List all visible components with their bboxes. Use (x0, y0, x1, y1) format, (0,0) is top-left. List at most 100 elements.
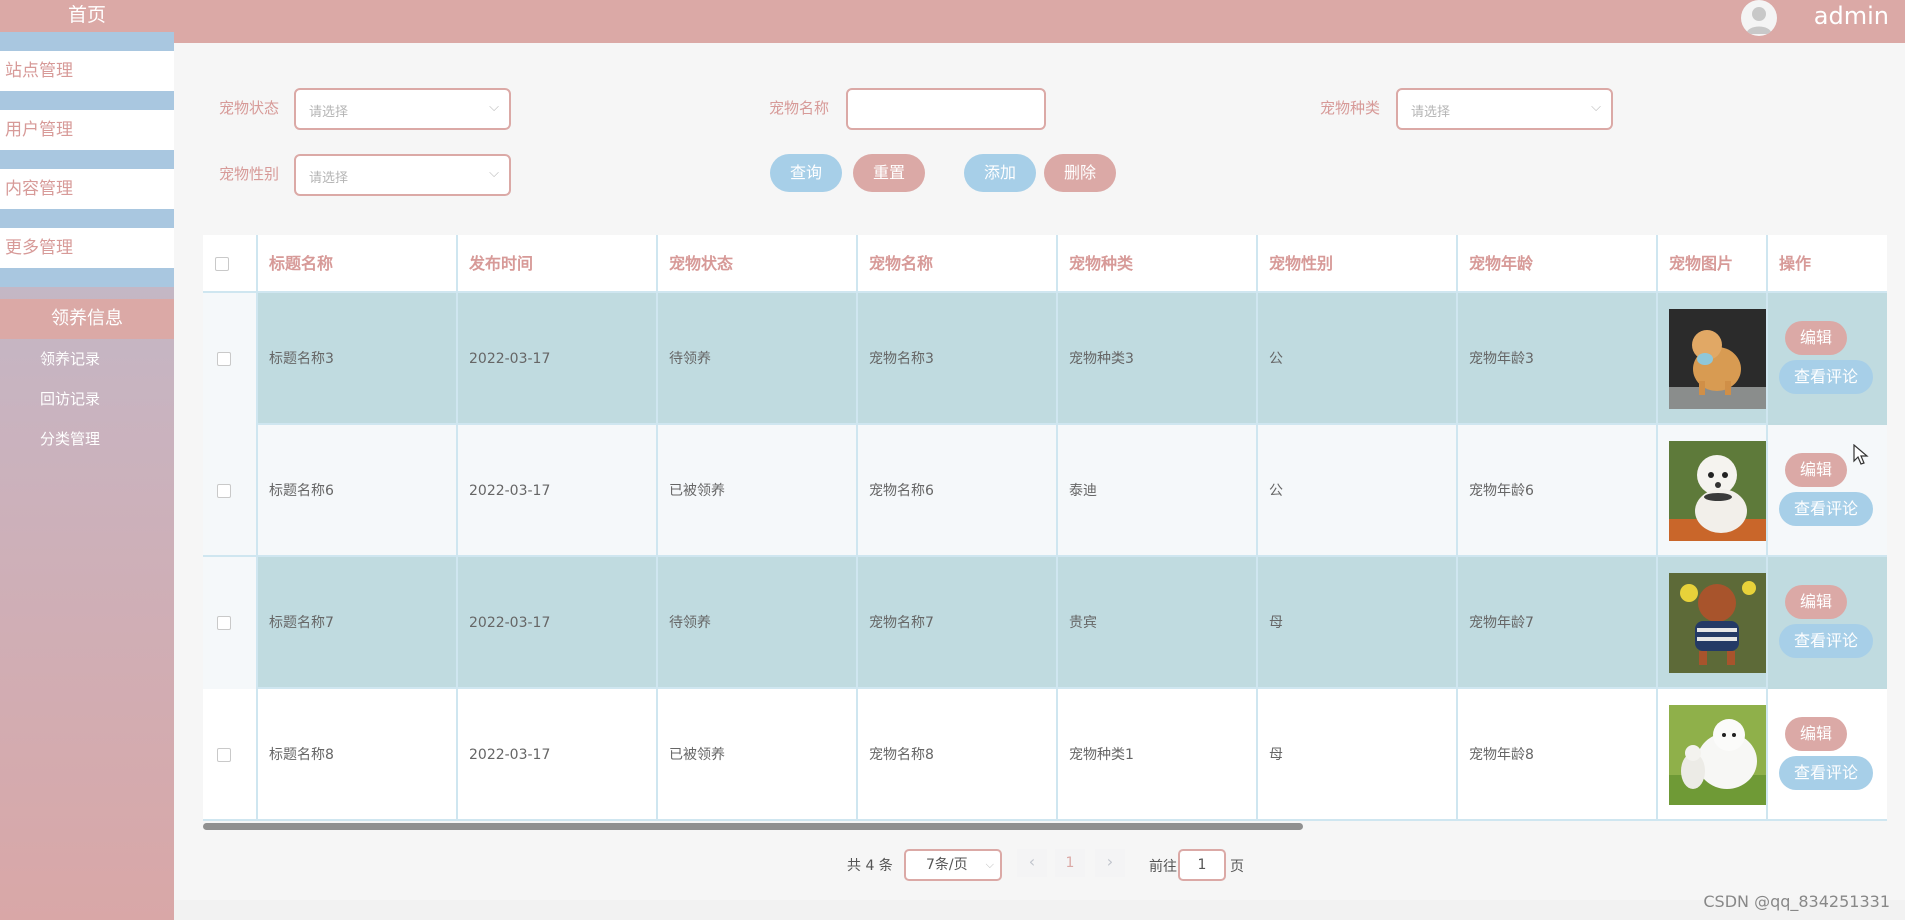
cell-type: 贵宾 (1058, 557, 1258, 689)
select-all-checkbox[interactable] (215, 257, 229, 271)
row-checkbox[interactable] (217, 352, 231, 366)
cell-actions: 编辑 查看评论 (1768, 557, 1887, 689)
cell-name: 宠物名称6 (858, 425, 1058, 557)
table-header: 标题名称 发布时间 宠物状态 宠物名称 宠物种类 宠物性别 宠物年龄 宠物图片 … (203, 235, 1887, 293)
pet-status-select[interactable]: 请选择 ⌵ (294, 88, 511, 130)
cell-type: 泰迪 (1058, 425, 1258, 557)
next-page-button[interactable]: › (1095, 849, 1125, 877)
cell-actions: 编辑 查看评论 (1768, 293, 1887, 425)
table-row[interactable]: 标题名称7 2022-03-17 待领养 宠物名称7 贵宾 母 宠物年龄7 编辑… (203, 557, 1887, 689)
pagination-total: 共 4 条 (847, 858, 893, 874)
reset-button[interactable]: 重置 (853, 154, 925, 192)
select-placeholder: 请选择 (309, 171, 349, 186)
page-size-select[interactable]: 7条/页 ⌵ (904, 849, 1002, 881)
view-comments-button[interactable]: 查看评论 (1779, 492, 1873, 526)
edit-button[interactable]: 编辑 (1785, 585, 1847, 619)
pet-photo[interactable] (1669, 573, 1766, 673)
sidebar-group-adoption[interactable]: 领养信息 (0, 299, 174, 339)
col-type[interactable]: 宠物种类 (1058, 235, 1258, 293)
prev-page-button[interactable]: ‹ (1017, 849, 1047, 877)
edit-button[interactable]: 编辑 (1785, 453, 1847, 487)
sidebar-item-users[interactable]: 用户管理 (0, 110, 174, 150)
pet-photo[interactable] (1669, 309, 1766, 409)
add-button[interactable]: 添加 (964, 154, 1036, 192)
pet-gender-select[interactable]: 请选择 ⌵ (294, 154, 511, 196)
col-actions: 操作 (1779, 254, 1812, 273)
col-name[interactable]: 宠物名称 (858, 235, 1058, 293)
edit-button[interactable]: 编辑 (1785, 717, 1847, 751)
avatar[interactable] (1741, 0, 1777, 36)
pet-status-label: 宠物状态 (219, 99, 280, 117)
row-select-cell (203, 689, 258, 821)
delete-button[interactable]: 删除 (1044, 154, 1116, 192)
row-checkbox[interactable] (217, 484, 231, 498)
table-row[interactable]: 标题名称3 2022-03-17 待领养 宠物名称3 宠物种类3 公 宠物年龄3 (203, 293, 1887, 425)
page-size-value: 7条/页 (926, 857, 968, 873)
cell-image (1658, 557, 1768, 689)
cell-age: 宠物年龄8 (1458, 689, 1658, 821)
cell-gender: 母 (1258, 689, 1458, 821)
view-comments-button[interactable]: 查看评论 (1779, 624, 1873, 658)
cell-status: 已被领养 (658, 425, 858, 557)
col-date[interactable]: 发布时间 (458, 235, 658, 293)
cell-age: 宠物年龄3 (1458, 293, 1658, 425)
col-gender[interactable]: 宠物性别 (1258, 235, 1458, 293)
cell-type: 宠物种类1 (1058, 689, 1258, 821)
goto-label: 前往 (1149, 859, 1177, 875)
sidebar-separator (0, 32, 174, 51)
table-row[interactable]: 标题名称8 2022-03-17 已被领养 宠物名称8 宠物种类1 母 宠物年龄… (203, 689, 1887, 821)
cell-date: 2022-03-17 (458, 557, 658, 689)
col-image[interactable]: 宠物图片 (1658, 235, 1768, 293)
cell-gender: 公 (1258, 425, 1458, 557)
chevron-down-icon: ⌵ (985, 858, 994, 871)
sidebar-item-content[interactable]: 内容管理 (0, 169, 174, 209)
col-age[interactable]: 宠物年龄 (1458, 235, 1658, 293)
cell-name: 宠物名称8 (858, 689, 1058, 821)
sidebar-item-category[interactable]: 分类管理 (0, 419, 174, 459)
sidebar-separator (0, 91, 174, 110)
chevron-down-icon: ⌵ (489, 100, 499, 115)
horizontal-scrollbar[interactable] (203, 823, 1303, 830)
white-poodle-image (1669, 441, 1766, 541)
sidebar-item-site[interactable]: 站点管理 (0, 51, 174, 91)
cell-gender: 母 (1258, 557, 1458, 689)
pet-type-select[interactable]: 请选择 ⌵ (1396, 88, 1613, 130)
cell-date: 2022-03-17 (458, 425, 658, 557)
main-content: 宠物状态 请选择 ⌵ 宠物名称 宠物种类 请选择 ⌵ 宠物性别 请选择 ⌵ 查询… (174, 43, 1905, 900)
view-comments-button[interactable]: 查看评论 (1779, 360, 1873, 394)
sidebar-home[interactable]: 首页 (0, 0, 174, 32)
chevron-down-icon: ⌵ (489, 166, 499, 181)
view-comments-button[interactable]: 查看评论 (1779, 756, 1873, 790)
sidebar-item-adoption-records[interactable]: 领养记录 (0, 339, 174, 379)
pet-type-label: 宠物种类 (1320, 99, 1381, 117)
sidebar-item-more[interactable]: 更多管理 (0, 228, 174, 268)
query-button[interactable]: 查询 (770, 154, 842, 192)
pet-photo[interactable] (1669, 441, 1766, 541)
sidebar-item-visit-records[interactable]: 回访记录 (0, 379, 174, 419)
table-row[interactable]: 标题名称6 2022-03-17 已被领养 宠物名称6 泰迪 公 宠物年龄6 编… (203, 425, 1887, 557)
pet-gender-label: 宠物性别 (219, 165, 280, 183)
col-title[interactable]: 标题名称 (258, 235, 458, 293)
cell-name: 宠物名称3 (858, 293, 1058, 425)
select-placeholder: 请选择 (309, 105, 349, 120)
cell-age: 宠物年龄7 (1458, 557, 1658, 689)
pet-photo[interactable] (1669, 705, 1766, 805)
top-header: admin (174, 0, 1905, 43)
select-placeholder: 请选择 (1411, 105, 1451, 120)
col-status[interactable]: 宠物状态 (658, 235, 858, 293)
cell-name: 宠物名称7 (858, 557, 1058, 689)
page-number-1[interactable]: 1 (1055, 849, 1085, 877)
pet-name-input[interactable] (846, 88, 1046, 130)
chevron-down-icon: ⌵ (1591, 100, 1601, 115)
sidebar-separator (0, 268, 174, 287)
username[interactable]: admin (1814, 0, 1889, 32)
page-suffix: 页 (1230, 859, 1244, 875)
sidebar-separator (0, 209, 174, 228)
row-checkbox[interactable] (217, 616, 231, 630)
edit-button[interactable]: 编辑 (1785, 321, 1847, 355)
row-checkbox[interactable] (217, 748, 231, 762)
cell-title: 标题名称3 (258, 293, 458, 425)
cell-title: 标题名称7 (258, 557, 458, 689)
cell-age: 宠物年龄6 (1458, 425, 1658, 557)
goto-page-input[interactable]: 1 (1178, 849, 1226, 881)
